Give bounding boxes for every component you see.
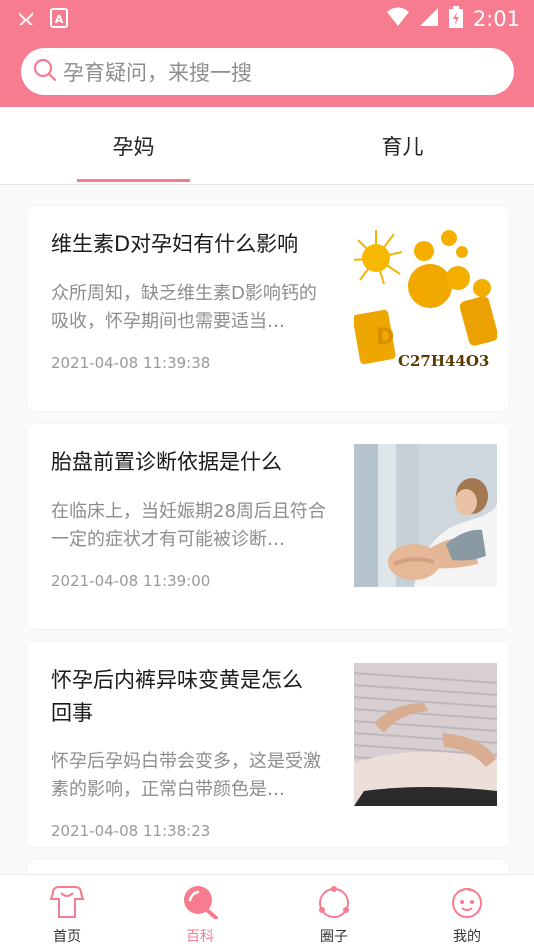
search-placeholder[interactable]: 孕育疑问，来搜一搜 <box>63 57 252 87</box>
home-icon <box>49 885 85 923</box>
article-summary: 怀孕后孕妈白带会变多，这是受激素的影响，正常白带颜色是… <box>51 751 321 800</box>
a-notification-icon: A <box>50 8 68 32</box>
header: A 2:01 孕育疑问，来搜一搜 <box>0 0 534 107</box>
nav-encyclopedia[interactable]: 百科 <box>150 885 250 946</box>
tab-pregnant-mom[interactable]: 孕妈 <box>77 107 190 185</box>
article-card[interactable]: 怀孕后内裤异味变黄是怎么回事 怀孕后孕妈白带会变多，这是受激素的影响，正常白带颜… <box>27 642 509 847</box>
svg-text:D: D <box>376 325 394 350</box>
article-thumbnail-vitamin-d: D C27H44O3 <box>354 226 497 369</box>
article-title: 怀孕后内裤异味变黄是怎么回事 <box>51 668 303 725</box>
active-tab-indicator <box>77 179 190 182</box>
article-card[interactable]: 胎盘前置诊断依据是什么 在临床上，当妊娠期28周后且符合一定的症状才有可能被诊断… <box>27 424 509 629</box>
category-tabs: 孕妈 育儿 <box>0 107 534 185</box>
circle-icon <box>316 885 352 923</box>
baby-face-icon <box>449 885 485 923</box>
wifi-icon <box>386 7 409 31</box>
article-title: 胎盘前置诊断依据是什么 <box>51 450 282 474</box>
search-icon <box>33 58 57 86</box>
nav-encyclopedia-label: 百科 <box>186 929 214 945</box>
tab-parenting[interactable]: 育儿 <box>346 107 459 185</box>
article-time: 2021-04-08 11:39:00 <box>51 572 211 590</box>
app-notification-icon <box>16 8 36 32</box>
article-time: 2021-04-08 11:39:38 <box>51 354 211 372</box>
nav-circle-label: 圈子 <box>320 929 348 945</box>
battery-icon <box>448 6 463 32</box>
nav-mine-label: 我的 <box>453 929 481 945</box>
nav-circle[interactable]: 圈子 <box>284 885 384 946</box>
svg-text:A: A <box>55 13 64 26</box>
formula-text: C27H44O3 <box>398 352 489 369</box>
article-card[interactable]: 维生素D对孕妇有什么影响 众所周知，缺乏维生素D影响钙的吸收，怀孕期间也需要适当… <box>27 206 509 411</box>
nav-mine[interactable]: 我的 <box>417 885 517 946</box>
nav-home[interactable]: 首页 <box>17 885 117 946</box>
article-title: 维生素D对孕妇有什么影响 <box>51 232 299 256</box>
status-bar: A 2:01 <box>0 0 534 36</box>
signal-icon <box>419 7 439 31</box>
search-bar[interactable]: 孕育疑问，来搜一搜 <box>21 48 514 95</box>
status-time: 2:01 <box>472 7 520 31</box>
article-summary: 在临床上，当妊娠期28周后且符合一定的症状才有可能被诊断… <box>51 501 326 550</box>
article-thumbnail-pregnant-belly <box>354 663 497 806</box>
article-summary: 众所周知，缺乏维生素D影响钙的吸收，怀孕期间也需要适当… <box>51 283 317 332</box>
article-thumbnail-pregnant-woman <box>354 444 497 587</box>
search-icon <box>182 885 218 923</box>
nav-home-label: 首页 <box>53 929 81 945</box>
article-time: 2021-04-08 11:38:23 <box>51 822 211 840</box>
bottom-navigation: 首页 百科 圈子 我的 <box>0 874 534 950</box>
